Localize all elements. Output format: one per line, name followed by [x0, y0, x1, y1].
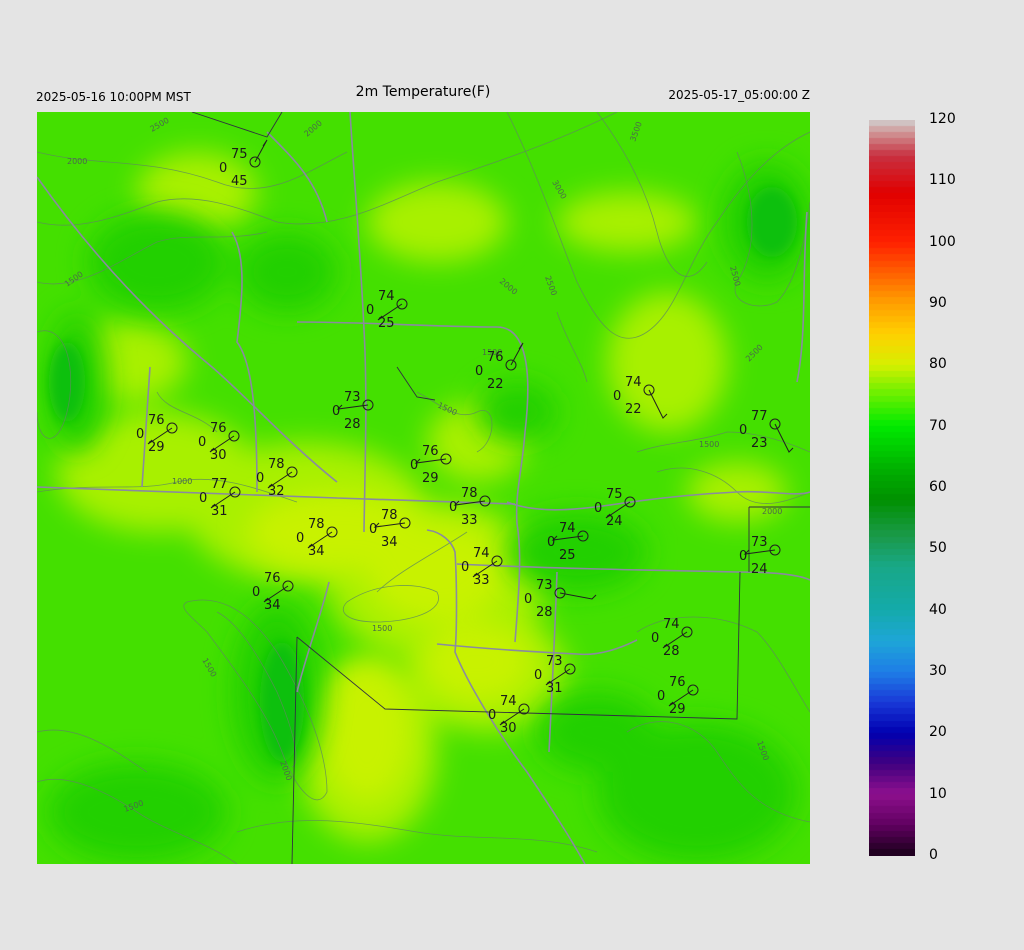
station-wind-speed: 0: [613, 389, 621, 404]
contour-label: 1500: [699, 440, 719, 449]
station-wind-speed: 0: [369, 522, 377, 537]
colorbar-tick-label: 60: [929, 479, 947, 495]
station-dewpoint: 32: [268, 484, 285, 499]
station-wind-speed: 0: [739, 423, 747, 438]
station-wind-speed: 0: [332, 404, 340, 419]
contour-label: 1500: [372, 624, 392, 633]
station-temperature: 76: [264, 571, 281, 586]
station-wind-speed: 0: [547, 535, 555, 550]
colorbar-tick-label: 30: [929, 663, 947, 679]
station-dewpoint: 24: [751, 562, 768, 577]
station-dewpoint: 25: [378, 316, 395, 331]
station-temperature: 74: [559, 521, 576, 536]
colorbar-tick-label: 40: [929, 601, 947, 618]
station-wind-speed: 0: [410, 458, 418, 473]
station-dewpoint: 29: [148, 440, 165, 455]
station-dewpoint: 34: [308, 544, 325, 559]
station-temperature: 78: [308, 517, 325, 532]
station-temperature: 76: [210, 421, 227, 436]
temperature-colorbar: [869, 120, 915, 856]
station-temperature: 75: [231, 147, 248, 162]
colorbar-tick-label: 90: [929, 295, 947, 311]
station-temperature: 73: [536, 578, 553, 593]
colorbar-tick-label: 0: [929, 847, 938, 863]
station-dewpoint: 29: [669, 702, 686, 717]
station-wind-speed: 0: [198, 435, 206, 450]
station-dewpoint: 33: [473, 573, 490, 588]
station-temperature: 73: [751, 535, 768, 550]
temperature-map: 2500 2000 2000 3000 3500 1500 2000 2500 …: [37, 112, 810, 864]
station-wind-speed: 0: [739, 549, 747, 564]
station-dewpoint: 31: [546, 681, 563, 696]
station-dewpoint: 25: [559, 548, 576, 563]
station-temperature: 78: [461, 486, 478, 501]
station-dewpoint: 28: [536, 605, 553, 620]
station-wind-speed: 0: [256, 471, 264, 486]
valid-time-utc: 2025-05-17_05:00:00 Z: [668, 88, 810, 102]
station-temperature: 75: [606, 487, 623, 502]
station-wind-speed: 0: [461, 560, 469, 575]
station-dewpoint: 33: [461, 513, 478, 528]
station-dewpoint: 34: [264, 598, 281, 613]
station-wind-speed: 0: [488, 708, 496, 723]
colorbar-tick-label: 100: [929, 233, 956, 250]
station-temperature: 74: [625, 375, 642, 390]
station-wind-speed: 0: [475, 364, 483, 379]
station-temperature: 74: [378, 289, 395, 304]
station-dewpoint: 45: [231, 174, 248, 189]
station-temperature: 76: [422, 444, 439, 459]
station-temperature: 78: [268, 457, 285, 472]
station-wind-speed: 0: [252, 585, 260, 600]
colorbar-tick-label: 120: [929, 111, 956, 127]
station-dewpoint: 28: [663, 644, 680, 659]
station-temperature: 74: [500, 694, 517, 709]
station-temperature: 73: [344, 390, 361, 405]
station-wind-speed: 0: [594, 501, 602, 516]
station-temperature: 77: [211, 477, 228, 492]
colorbar-tick-label: 50: [929, 540, 947, 557]
station-temperature: 74: [663, 617, 680, 632]
station-wind-speed: 0: [366, 303, 374, 318]
colorbar-tick-label: 70: [929, 417, 947, 434]
contour-label: 1000: [172, 477, 192, 486]
station-wind-speed: 0: [534, 668, 542, 683]
station-wind-speed: 0: [651, 631, 659, 646]
station-temperature: 76: [487, 350, 504, 365]
station-temperature: 73: [546, 654, 563, 669]
colorbar-tick-label: 80: [929, 356, 947, 373]
contour-label: 2000: [762, 507, 782, 516]
station-dewpoint: 30: [500, 721, 517, 736]
station-temperature: 76: [669, 675, 686, 690]
colorbar-tick-label: 10: [929, 785, 947, 802]
station-wind-speed: 0: [136, 427, 144, 442]
station-wind-speed: 0: [219, 161, 227, 176]
station-wind-speed: 0: [657, 689, 665, 704]
station-dewpoint: 29: [422, 471, 439, 486]
colorbar-tick-label: 110: [929, 172, 956, 189]
contour-label: 2000: [67, 157, 87, 166]
station-wind-speed: 0: [199, 491, 207, 506]
station-dewpoint: 23: [751, 436, 768, 451]
station-dewpoint: 30: [210, 448, 227, 463]
station-temperature: 76: [148, 413, 165, 428]
station-dewpoint: 22: [625, 402, 642, 417]
station-dewpoint: 22: [487, 377, 504, 392]
station-wind-speed: 0: [296, 531, 304, 546]
station-dewpoint: 28: [344, 417, 361, 432]
station-wind-speed: 0: [449, 500, 457, 515]
station-wind-speed: 0: [524, 592, 532, 607]
station-temperature: 78: [381, 508, 398, 523]
colorbar-tick-label: 20: [929, 724, 947, 741]
station-dewpoint: 31: [211, 504, 228, 519]
station-dewpoint: 24: [606, 514, 623, 529]
station-temperature: 74: [473, 546, 490, 561]
station-temperature: 77: [751, 409, 768, 424]
station-dewpoint: 34: [381, 535, 398, 550]
